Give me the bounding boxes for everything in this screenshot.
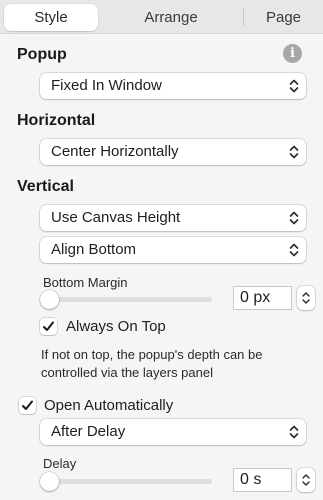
- popup-mode-select[interactable]: Fixed In Window: [40, 73, 306, 99]
- popup-mode-value: Fixed In Window: [51, 77, 162, 94]
- horizontal-section-title: Horizontal: [17, 112, 96, 129]
- vertical-height-select[interactable]: Use Canvas Height: [40, 205, 306, 231]
- bottom-margin-slider-knob[interactable]: [40, 290, 59, 309]
- delay-slider[interactable]: [40, 479, 212, 484]
- bottom-margin-slider[interactable]: [40, 297, 212, 302]
- always-on-top-label[interactable]: Always On Top: [66, 318, 166, 335]
- horizontal-mode-value: Center Horizontally: [51, 143, 179, 160]
- checkmark-icon: [22, 400, 33, 410]
- chevron-up-down-icon: [289, 425, 299, 439]
- delay-field[interactable]: 0 s: [233, 468, 292, 492]
- horizontal-mode-select[interactable]: Center Horizontally: [40, 139, 306, 165]
- delay-label: Delay: [43, 456, 77, 471]
- bottom-margin-stepper[interactable]: [297, 286, 315, 310]
- info-icon[interactable]: i: [283, 44, 302, 63]
- vertical-section-title: Vertical: [17, 178, 74, 195]
- tab-style[interactable]: Style: [4, 4, 98, 31]
- bottom-margin-label: Bottom Margin: [43, 275, 128, 290]
- bottom-margin-field[interactable]: 0 px: [233, 286, 292, 310]
- chevron-up-down-icon: [289, 145, 299, 159]
- chevron-up-down-icon: [289, 243, 299, 257]
- open-automatically-checkbox[interactable]: [19, 397, 36, 414]
- checkmark-icon: [43, 321, 54, 331]
- vertical-align-value: Align Bottom: [51, 241, 137, 258]
- layer-depth-note: If not on top, the popup's depth can be …: [41, 347, 263, 380]
- popup-section-title: Popup: [17, 46, 67, 63]
- always-on-top-checkbox[interactable]: [40, 318, 57, 335]
- open-automatically-label[interactable]: Open Automatically: [44, 397, 173, 414]
- open-trigger-value: After Delay: [51, 423, 126, 440]
- stepper-arrows-icon: [302, 292, 310, 304]
- tab-page[interactable]: Page: [244, 4, 323, 31]
- chevron-up-down-icon: [289, 79, 299, 93]
- delay-slider-knob[interactable]: [40, 472, 59, 491]
- delay-stepper[interactable]: [297, 468, 315, 492]
- open-trigger-select[interactable]: After Delay: [40, 419, 306, 445]
- chevron-up-down-icon: [289, 211, 299, 225]
- vertical-align-select[interactable]: Align Bottom: [40, 237, 306, 263]
- stepper-arrows-icon: [302, 474, 310, 486]
- vertical-height-value: Use Canvas Height: [51, 209, 181, 226]
- tab-arrange[interactable]: Arrange: [100, 4, 242, 31]
- tab-bar: Style Arrange Page: [0, 0, 323, 34]
